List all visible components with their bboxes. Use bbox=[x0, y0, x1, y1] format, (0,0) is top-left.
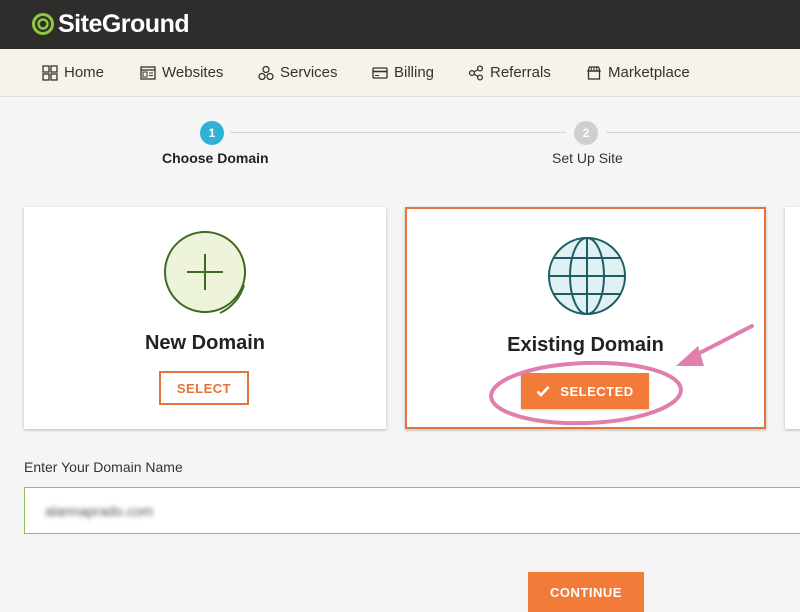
continue-button[interactable]: CONTINUE bbox=[528, 572, 644, 612]
domain-input-value: alannaprado.com bbox=[45, 502, 154, 519]
domain-input[interactable]: alannaprado.com bbox=[24, 487, 800, 534]
domain-input-label: Enter Your Domain Name bbox=[24, 459, 183, 475]
